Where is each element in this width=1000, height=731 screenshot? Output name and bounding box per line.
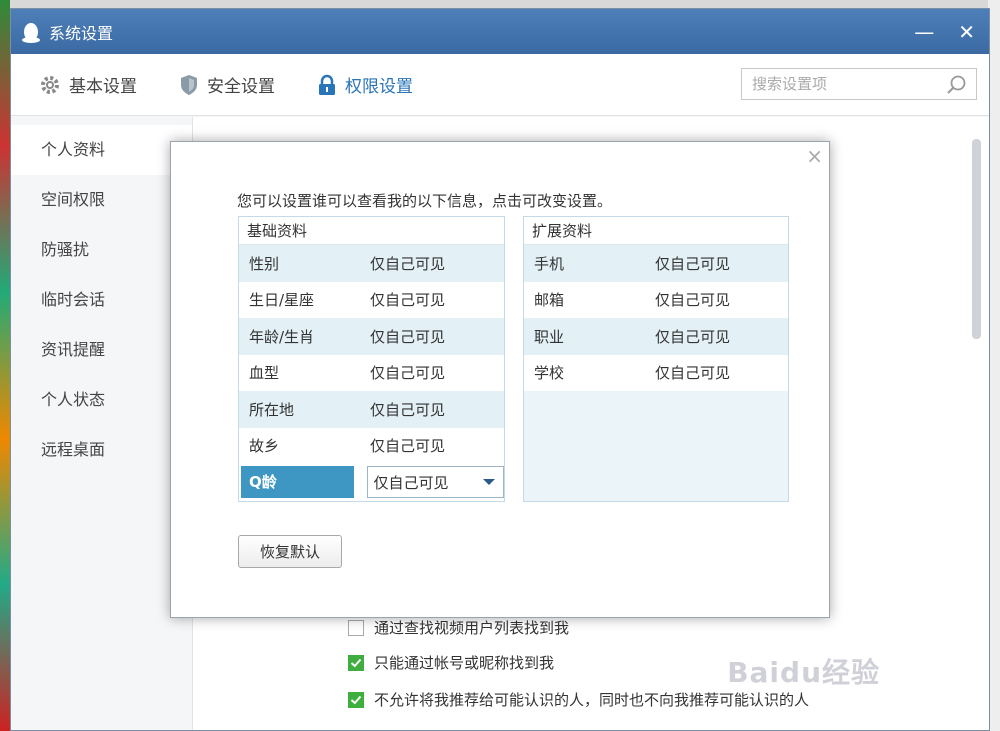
search-input[interactable]	[752, 75, 942, 93]
visibility-value[interactable]: 仅自己可见	[362, 326, 445, 347]
lock-icon	[319, 74, 335, 95]
tab-security-settings[interactable]: 安全设置	[179, 72, 275, 97]
title-bar[interactable]: 系统设置 — ✕	[11, 9, 989, 54]
visibility-value[interactable]: 仅自己可见	[362, 399, 445, 420]
info-key: 血型	[249, 364, 280, 383]
video-user-list-checkbox[interactable]	[348, 619, 364, 636]
tab-permission-settings[interactable]: 权限设置	[317, 72, 413, 97]
scrollbar[interactable]	[972, 139, 981, 339]
check-row: 通过查找视频用户列表找到我	[348, 617, 569, 638]
info-row: 学校 仅自己可见	[524, 354, 788, 391]
dropdown-value: 仅自己可见	[373, 473, 449, 492]
tab-label: 基本设置	[69, 77, 137, 97]
check-label: 通过查找视频用户列表找到我	[374, 619, 570, 637]
dialog-intro-text: 您可以设置谁可以查看我的以下信息，点击可改变设置。	[237, 192, 613, 210]
sidebar-item-personal-status[interactable]: 个人状态	[11, 375, 192, 425]
panel-title: 基础资料	[239, 217, 504, 245]
minimize-button[interactable]: —	[914, 22, 934, 42]
visibility-value[interactable]: 仅自己可见	[362, 289, 445, 310]
search-icon[interactable]	[946, 74, 968, 96]
account-only-checkbox[interactable]	[348, 654, 364, 671]
check-row: 只能通过帐号或昵称找到我	[348, 652, 554, 673]
info-key: 职业	[534, 327, 565, 346]
info-row: 职业 仅自己可见	[524, 318, 788, 355]
visibility-value[interactable]: 仅自己可见	[362, 362, 445, 383]
tab-basic-settings[interactable]: 基本设置	[39, 72, 137, 97]
sidebar-item-profile[interactable]: 个人资料	[11, 125, 192, 175]
info-key: 所在地	[249, 400, 295, 419]
info-row: 故乡 仅自己可见	[239, 428, 504, 465]
visibility-value[interactable]: 仅自己可见	[647, 253, 730, 274]
window-title: 系统设置	[49, 23, 114, 43]
settings-toolbar: 基本设置 安全设置 权限设置	[11, 54, 989, 116]
info-row: 生日/星座 仅自己可见	[239, 282, 504, 319]
visibility-value[interactable]: 仅自己可见	[647, 362, 730, 383]
info-row-selected: Q龄 仅自己可见	[239, 464, 504, 501]
sidebar-item-remote-desktop[interactable]: 远程桌面	[11, 425, 192, 475]
visibility-value[interactable]: 仅自己可见	[647, 326, 730, 347]
check-icon	[350, 695, 362, 704]
info-key: 故乡	[249, 437, 280, 456]
sidebar-item-anti-harassment[interactable]: 防骚扰	[11, 225, 192, 275]
info-key: 年龄/生肖	[249, 327, 315, 346]
privacy-dialog: × 您可以设置谁可以查看我的以下信息，点击可改变设置。 基础资料 性别 仅自己可…	[170, 141, 830, 618]
panel-title: 扩展资料	[524, 217, 788, 245]
info-key: 邮箱	[534, 291, 565, 310]
visibility-value[interactable]: 仅自己可见	[362, 253, 445, 274]
info-row: 手机 仅自己可见	[524, 245, 788, 282]
no-recommend-checkbox[interactable]	[348, 691, 364, 708]
baidu-watermark: Baidu经验	[727, 656, 880, 689]
search-box	[741, 68, 977, 100]
info-key: 性别	[249, 254, 280, 273]
basic-info-panel: 基础资料 性别 仅自己可见 生日/星座 仅自己可见 年龄/生肖 仅自己可见 血型…	[238, 216, 505, 502]
info-row: 性别 仅自己可见	[239, 245, 504, 282]
sidebar-item-news-reminder[interactable]: 资讯提醒	[11, 325, 192, 375]
info-key: 生日/星座	[249, 291, 315, 310]
info-row: 所在地 仅自己可见	[239, 391, 504, 428]
chevron-down-icon	[483, 479, 495, 486]
sidebar-item-temp-session[interactable]: 临时会话	[11, 275, 192, 325]
info-key: 学校	[534, 364, 565, 383]
info-row: 邮箱 仅自己可见	[524, 281, 788, 318]
close-button[interactable]: ✕	[958, 22, 975, 42]
info-key[interactable]: Q龄	[241, 466, 354, 499]
tab-label: 权限设置	[345, 77, 413, 97]
shield-icon	[181, 74, 197, 95]
extended-info-panel: 扩展资料 手机 仅自己可见 邮箱 仅自己可见 职业 仅自己可见 学校 仅自己可见	[523, 216, 789, 502]
dialog-close-button[interactable]: ×	[806, 144, 823, 168]
sidebar-item-space-permission[interactable]: 空间权限	[11, 175, 192, 225]
visibility-value[interactable]: 仅自己可见	[647, 289, 730, 310]
reset-default-button[interactable]: 恢复默认	[238, 535, 342, 568]
visibility-value[interactable]: 仅自己可见	[362, 435, 445, 456]
check-row: 不允许将我推荐给可能认识的人，同时也不向我推荐可能认识的人	[348, 689, 809, 710]
info-row: 血型 仅自己可见	[239, 355, 504, 392]
settings-sidebar: 个人资料 空间权限 防骚扰 临时会话 资讯提醒 个人状态 远程桌面	[11, 117, 193, 730]
check-label: 不允许将我推荐给可能认识的人，同时也不向我推荐可能认识的人	[374, 691, 810, 709]
check-label: 只能通过帐号或昵称找到我	[374, 654, 555, 672]
penguin-icon	[22, 22, 40, 43]
info-key: 手机	[534, 254, 565, 273]
gear-icon	[41, 75, 59, 94]
check-icon	[350, 658, 362, 667]
desktop-icons-strip	[0, 0, 10, 731]
visibility-dropdown[interactable]: 仅自己可见	[366, 466, 504, 499]
info-row: 年龄/生肖 仅自己可见	[239, 318, 504, 355]
tab-label: 安全设置	[207, 77, 275, 97]
